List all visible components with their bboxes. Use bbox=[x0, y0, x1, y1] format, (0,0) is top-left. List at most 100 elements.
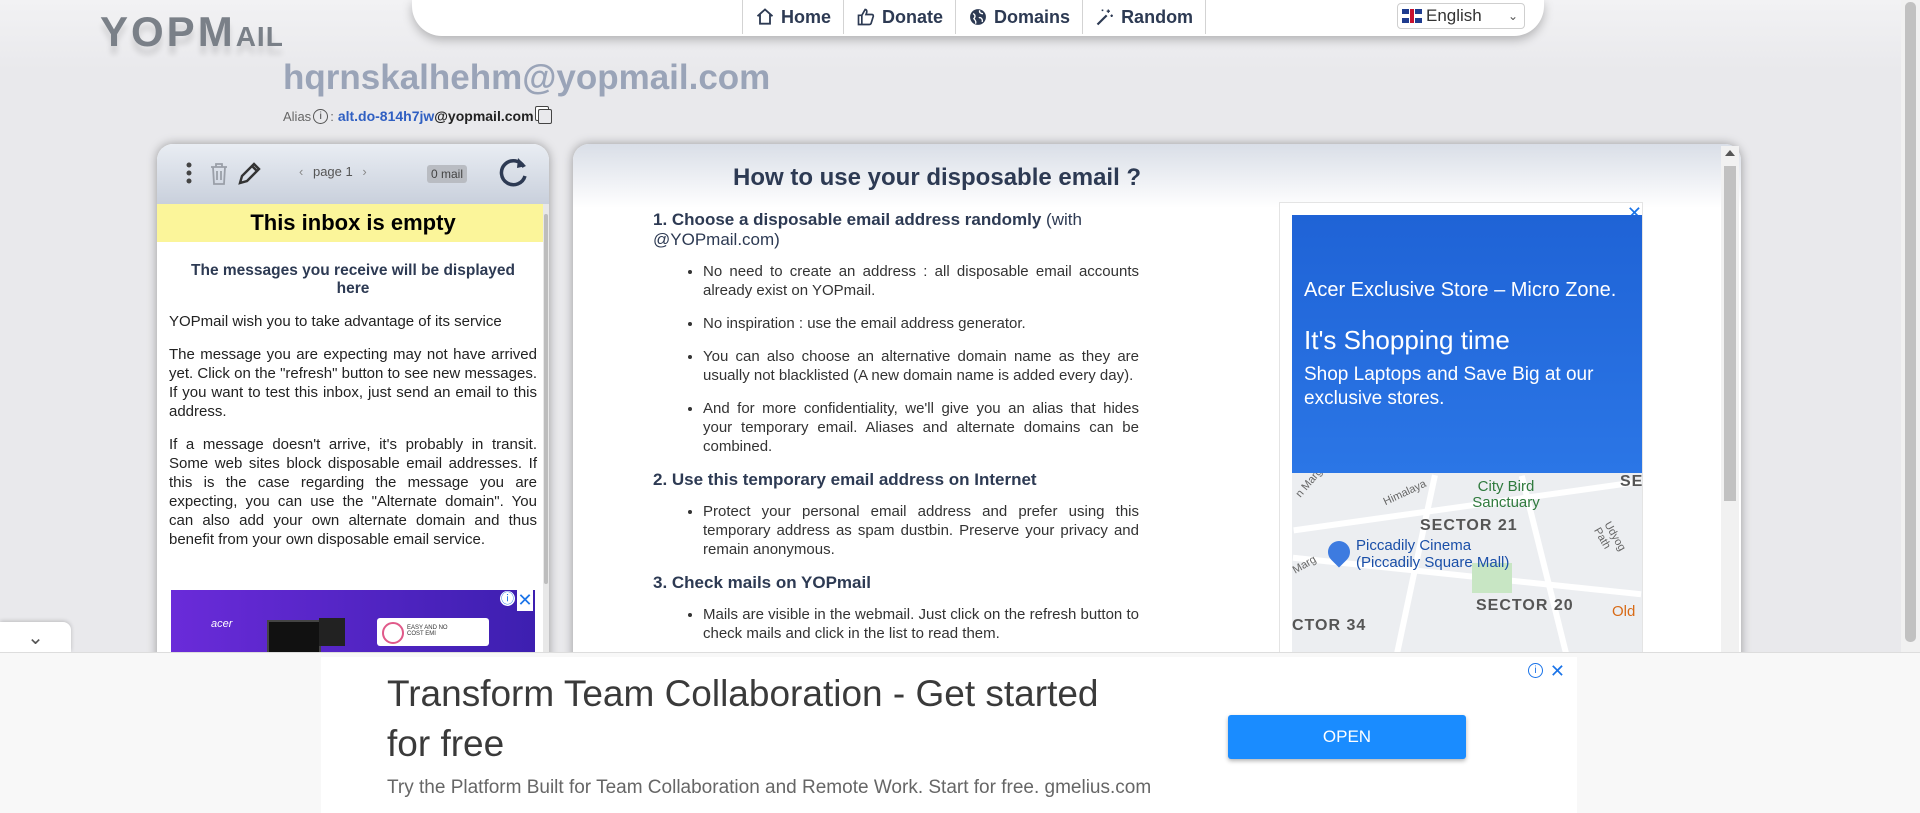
bottom-ad-bar: Transform Team Collaboration - Get start… bbox=[0, 652, 1920, 813]
prev-page-icon[interactable]: ‹ bbox=[299, 164, 303, 179]
ad-close-icon[interactable]: ✕ bbox=[1550, 661, 1565, 682]
nav-donate-label: Donate bbox=[882, 6, 944, 27]
inbox-paragraph: The message you are expecting may not ha… bbox=[169, 346, 537, 420]
ad-info-icon[interactable]: i bbox=[1528, 663, 1543, 678]
trash-icon[interactable] bbox=[209, 162, 229, 186]
nav-buttons: Home Donate Domains Random bbox=[742, 0, 1207, 34]
alias-domain: @yopmail.com bbox=[434, 108, 534, 124]
step-heading: 2. Use this temporary email address on I… bbox=[653, 470, 1037, 489]
nav-domains-label: Domains bbox=[994, 6, 1071, 27]
top-nav: Home Donate Domains Random English ⌄ bbox=[412, 0, 1544, 36]
inbox-ad-banner[interactable]: acer EASY AND NO COST EMI ⓘ ✕ bbox=[171, 590, 535, 660]
open-button[interactable]: OPEN bbox=[1228, 715, 1466, 759]
chevron-down-icon: ⌄ bbox=[27, 626, 44, 649]
more-options-icon[interactable] bbox=[185, 162, 193, 184]
map-label: City Bird Sanctuary bbox=[1472, 478, 1540, 511]
magic-wand-icon bbox=[1096, 9, 1113, 26]
map-label: SECTOR 20 bbox=[1476, 597, 1574, 614]
page-scrollbar[interactable] bbox=[1901, 0, 1920, 652]
alias-label: Alias bbox=[283, 108, 312, 124]
list-item: No inspiration : use the email address g… bbox=[703, 314, 1139, 333]
bottom-ad-subline: Try the Platform Built for Team Collabor… bbox=[387, 777, 1152, 798]
ad-brand-text: acer bbox=[211, 618, 233, 630]
side-ad-banner[interactable]: Acer Exclusive Store – Micro Zone. It's … bbox=[1292, 215, 1642, 473]
ad-card-text: EASY AND NO COST EMI bbox=[407, 625, 448, 637]
main-scrollbar[interactable] bbox=[1721, 146, 1739, 664]
inbox-panel: ‹ page 1 › 0 mail This inbox is empty Th… bbox=[157, 144, 549, 664]
page-label: page 1 bbox=[312, 164, 353, 179]
empty-inbox-banner: This inbox is empty bbox=[157, 204, 549, 242]
nav-home-label: Home bbox=[781, 6, 832, 27]
ad-headline: It's Shopping time bbox=[1304, 325, 1510, 355]
step-title: 1. Choose a disposable email address ran… bbox=[653, 210, 1042, 229]
inbox-paragraph: YOPmail wish you to take advantage of it… bbox=[169, 313, 502, 330]
mail-count-badge: 0 mail bbox=[427, 165, 468, 183]
step-list: Protect your personal email address and … bbox=[653, 502, 1139, 559]
nav-random[interactable]: Random bbox=[1082, 0, 1207, 34]
map-label: Himalaya bbox=[1381, 477, 1429, 509]
page-scroll-thumb[interactable] bbox=[1905, 2, 1916, 642]
language-label: English bbox=[1426, 6, 1482, 25]
scroll-up-icon[interactable] bbox=[1725, 150, 1735, 156]
how-to-steps: 1. Choose a disposable email address ran… bbox=[653, 210, 1139, 657]
main-content-panel: How to use your disposable email ? 1. Ch… bbox=[573, 144, 1741, 664]
map-label: CTOR 34 bbox=[1292, 617, 1367, 634]
bottom-ad-headline: Transform Team Collaboration - Get start… bbox=[387, 673, 1099, 764]
side-ad[interactable]: ✕ i Acer Exclusive Store – Micro Zone. I… bbox=[1279, 202, 1643, 664]
ad-description: Shop Laptops and Save Big at our exclusi… bbox=[1304, 364, 1594, 409]
alias-value[interactable]: alt.do-814h7jw bbox=[338, 108, 434, 124]
map-label: SE bbox=[1620, 473, 1642, 490]
map-label: Udyog Path bbox=[1591, 519, 1628, 554]
language-select[interactable]: English ⌄ bbox=[1397, 3, 1525, 29]
current-email-address: hqrnskalhehm@yopmail.com bbox=[283, 58, 771, 97]
refresh-icon[interactable] bbox=[495, 154, 531, 190]
list-item: Mails are visible in the webmail. Just c… bbox=[703, 605, 1139, 643]
map-label: Old bbox=[1612, 603, 1636, 620]
list-item: You can also choose an alternative domai… bbox=[703, 347, 1139, 385]
inbox-subtitle: The messages you receive will be display… bbox=[191, 262, 515, 297]
yopmail-logo[interactable]: YOPMAIL bbox=[100, 8, 284, 56]
step-list: Mails are visible in the webmail. Just c… bbox=[653, 605, 1139, 643]
laptop-image bbox=[267, 620, 321, 654]
map-label: Piccadily Cinema (Piccadily Square Mall) bbox=[1356, 537, 1510, 571]
ad-card: EASY AND NO COST EMI bbox=[377, 618, 489, 646]
alias-colon: : bbox=[330, 108, 334, 124]
chevron-down-icon: ⌄ bbox=[1507, 9, 1518, 23]
scroll-thumb[interactable] bbox=[1724, 166, 1736, 501]
inbox-paragraph: If a message doesn't arrive, it's probab… bbox=[169, 436, 537, 548]
step-heading: 3. Check mails on YOPmail bbox=[653, 573, 871, 592]
ad-store-line: Acer Exclusive Store – Micro Zone. bbox=[1304, 279, 1617, 301]
pager: ‹ page 1 › bbox=[299, 164, 367, 179]
info-icon[interactable]: i bbox=[313, 108, 329, 124]
how-to-title: How to use your disposable email ? bbox=[733, 164, 1142, 191]
copy-icon[interactable] bbox=[537, 108, 552, 124]
logo-tail-text: AIL bbox=[235, 21, 284, 52]
home-icon bbox=[756, 8, 774, 25]
list-item: Protect your personal email address and … bbox=[703, 502, 1139, 559]
ad-info-icon[interactable]: ⓘ bbox=[500, 591, 515, 606]
step-heading: 1. Choose a disposable email address ran… bbox=[653, 210, 1139, 250]
phone-image bbox=[319, 618, 345, 646]
inbox-help-text: The messages you receive will be display… bbox=[157, 242, 549, 549]
nav-random-label: Random bbox=[1121, 6, 1194, 27]
nav-home[interactable]: Home bbox=[742, 0, 843, 34]
nav-domains[interactable]: Domains bbox=[955, 0, 1082, 34]
next-page-icon[interactable]: › bbox=[362, 164, 366, 179]
uk-flag-icon bbox=[1402, 9, 1422, 23]
collapse-toggle[interactable]: ⌄ bbox=[0, 622, 71, 652]
ad-map[interactable]: City Bird Sanctuary SECTOR 21 Piccadily … bbox=[1292, 473, 1642, 664]
inbox-scrollbar[interactable] bbox=[543, 204, 549, 664]
thumbs-up-icon bbox=[857, 8, 875, 26]
compose-pencil-icon[interactable] bbox=[237, 160, 263, 186]
alias-row: Alias i : alt.do-814h7jw @yopmail.com bbox=[283, 108, 552, 124]
list-item: No need to create an address : all dispo… bbox=[703, 262, 1139, 300]
step-list: No need to create an address : all dispo… bbox=[653, 262, 1139, 456]
list-item: And for more confidentiality, we'll give… bbox=[703, 399, 1139, 456]
bottom-ad[interactable]: Transform Team Collaboration - Get start… bbox=[321, 657, 1577, 813]
ad-close-icon[interactable]: ✕ bbox=[517, 590, 533, 611]
inbox-toolbar: ‹ page 1 › 0 mail bbox=[157, 144, 549, 204]
map-label: n Marg bbox=[1293, 473, 1325, 500]
nav-donate[interactable]: Donate bbox=[843, 0, 955, 34]
logo-main-text: YOPM bbox=[100, 8, 236, 55]
map-label: SECTOR 21 bbox=[1420, 517, 1518, 534]
